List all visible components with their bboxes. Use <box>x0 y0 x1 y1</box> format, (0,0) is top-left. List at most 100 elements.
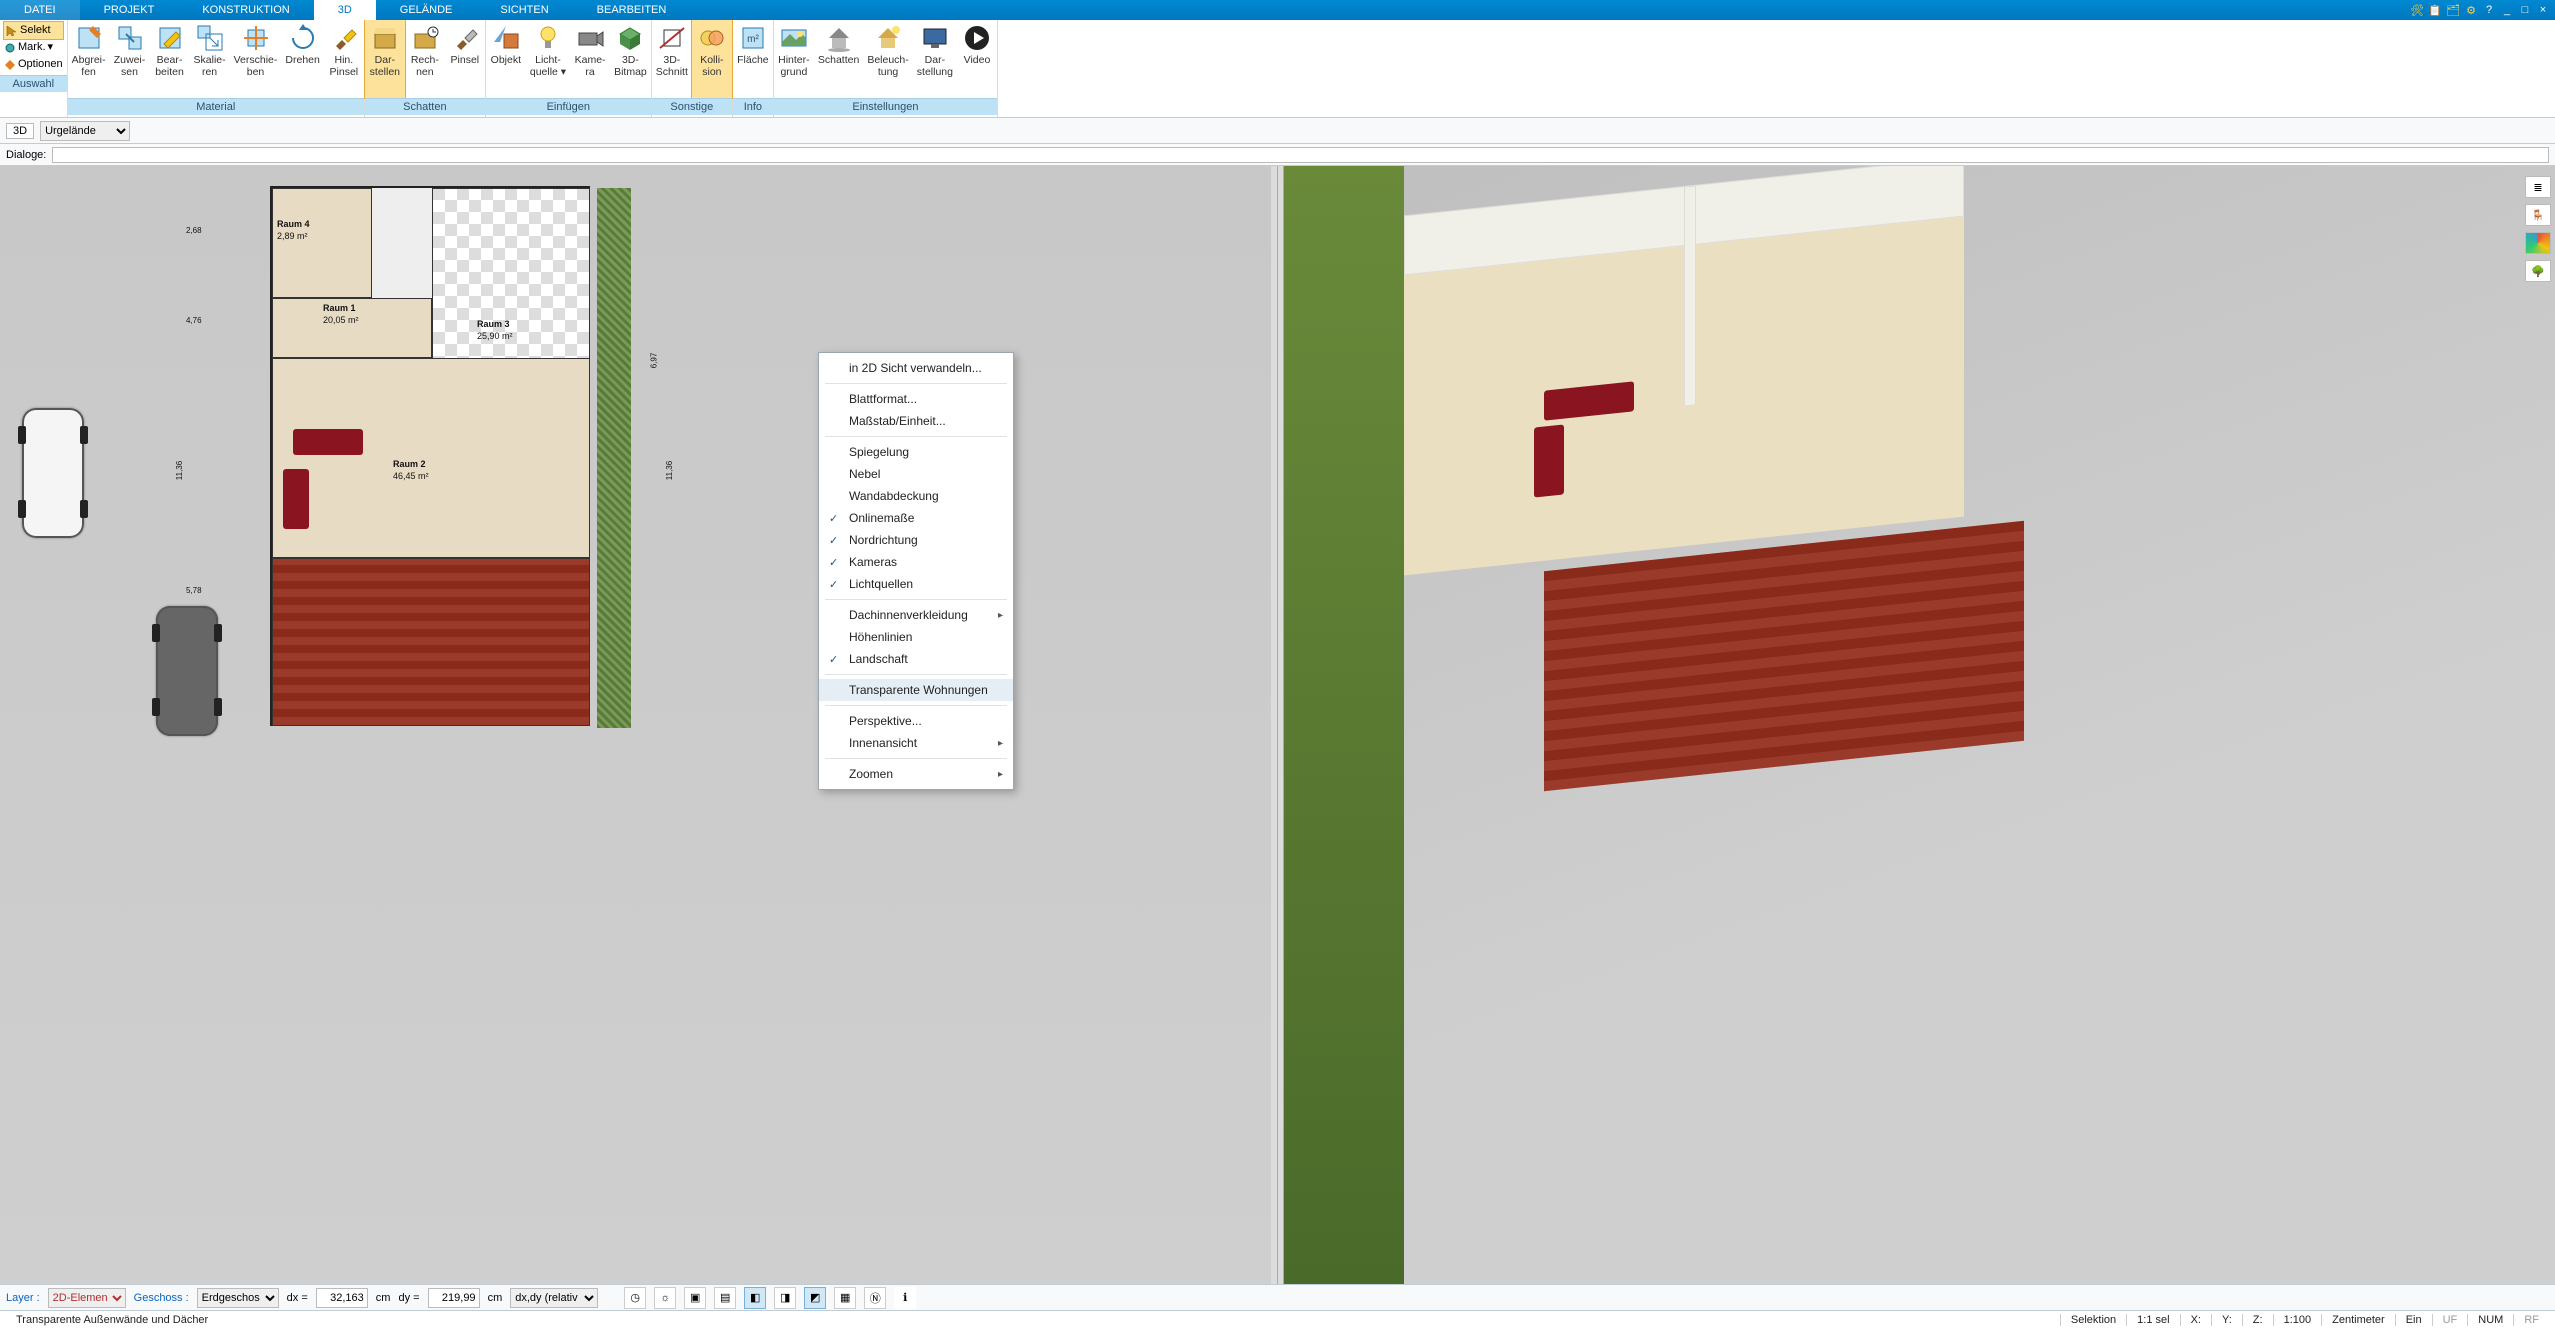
ribbon-btn-kollision[interactable]: Kolli- sion <box>692 20 732 98</box>
menu-3d[interactable]: 3D <box>314 0 376 20</box>
menu-gelaende[interactable]: GELÄNDE <box>376 0 477 20</box>
context-menu[interactable]: in 2D Sicht verwandeln... Blattformat...M… <box>818 352 1014 790</box>
ribbon-btn-label: 3D- Bitmap <box>614 55 647 78</box>
context-item-spiegelung[interactable]: Spiegelung <box>819 441 1013 463</box>
grid-icon[interactable]: ▦ <box>834 1287 856 1309</box>
info-icon[interactable]: ℹ <box>894 1287 916 1309</box>
ribbon-btn-hinpinsel[interactable]: Hin. Pinsel <box>324 20 364 98</box>
coord-mode-select[interactable]: dx,dy (relativ ka <box>510 1288 598 1308</box>
menu-konstruktion[interactable]: KONSTRUKTION <box>178 0 313 20</box>
context-item-dachinnenverkleidung[interactable]: Dachinnenverkleidung <box>819 604 1013 626</box>
geschoss-select[interactable]: Erdgeschos <box>197 1288 279 1308</box>
tree-icon[interactable]: 🌳 <box>2525 260 2551 282</box>
folder-icon[interactable]: 🗂 <box>2445 2 2461 18</box>
layers-icon[interactable]: ≣ <box>2525 176 2551 198</box>
ribbon-btn-abgreifen[interactable]: Abgrei- fen <box>68 20 110 98</box>
pane-splitter[interactable] <box>1277 166 1284 1284</box>
ribbon-btn-video[interactable]: Video <box>957 20 997 98</box>
dy-input[interactable] <box>428 1288 480 1308</box>
context-item-perspektive[interactable]: Perspektive... <box>819 710 1013 732</box>
context-item-ma-stab-einheit[interactable]: Maßstab/Einheit... <box>819 410 1013 432</box>
sun-icon[interactable]: ☼ <box>654 1287 676 1309</box>
ribbon-btn-hintergrund[interactable]: Hinter- grund <box>774 20 814 98</box>
darstellung-icon <box>921 24 949 52</box>
context-item-onlinema-e[interactable]: Onlinemaße <box>819 507 1013 529</box>
context-item-lichtquellen[interactable]: Lichtquellen <box>819 573 1013 595</box>
context-item-nebel[interactable]: Nebel <box>819 463 1013 485</box>
mark-button[interactable]: Mark.▾ <box>4 39 63 56</box>
color-palette-icon[interactable] <box>2525 232 2551 254</box>
ribbon-btn-zuweisen[interactable]: Zuwei- sen <box>110 20 150 98</box>
gear-icon[interactable]: ⚙ <box>2463 2 2479 18</box>
ribbon-btn-bearbeiten[interactable]: Bear- beiten <box>150 20 190 98</box>
ribbon-btn-darstellen[interactable]: Dar- stellen <box>365 20 405 98</box>
3d-view-pane[interactable]: ≣ 🪑 🌳 <box>1284 166 2555 1284</box>
context-item-zoomen[interactable]: Zoomen <box>819 763 1013 785</box>
context-item-landschaft[interactable]: Landschaft <box>819 648 1013 670</box>
ribbon-btn-rechnen[interactable]: Rech- nen <box>405 20 445 98</box>
status-scale: 1:100 <box>2273 1314 2322 1326</box>
verschieben-icon <box>242 24 270 52</box>
group-label-auswahl: Auswahl <box>0 75 67 92</box>
menu-projekt[interactable]: PROJEKT <box>80 0 179 20</box>
skalieren-icon <box>196 24 224 52</box>
maximize-button[interactable]: □ <box>2517 2 2533 18</box>
context-item-transparente-wohnungen[interactable]: Transparente Wohnungen <box>819 679 1013 701</box>
options-button[interactable]: Optionen <box>4 56 63 73</box>
ribbon-btn-lichtquelle[interactable]: Licht- quelle ▾ <box>526 20 570 98</box>
chair-icon[interactable]: 🪑 <box>2525 204 2551 226</box>
shade1-icon[interactable]: ◧ <box>744 1287 766 1309</box>
ribbon-btn-3dbitmap[interactable]: 3D- Bitmap <box>610 20 651 98</box>
context-item-wandabdeckung[interactable]: Wandabdeckung <box>819 485 1013 507</box>
dx-input[interactable] <box>316 1288 368 1308</box>
status-hint: Transparente Außenwände und Dächer <box>6 1314 2060 1326</box>
shade2-icon[interactable]: ◨ <box>774 1287 796 1309</box>
north-icon[interactable]: Ⓝ <box>864 1287 886 1309</box>
floor-plan[interactable]: Raum 4 2,89 m² Raum 1 20,05 m² Raum 3 25… <box>270 186 590 726</box>
context-item-blattformat[interactable]: Blattformat... <box>819 388 1013 410</box>
select-button[interactable]: Selekt <box>4 22 63 39</box>
help-icon[interactable]: ? <box>2481 2 2497 18</box>
close-button[interactable]: × <box>2535 2 2551 18</box>
side-tool-column: ≣ 🪑 🌳 <box>2525 176 2551 282</box>
ribbon-btn-flaeche[interactable]: m²Fläche <box>733 20 773 98</box>
menu-bearbeiten[interactable]: BEARBEITEN <box>573 0 691 20</box>
render-icon[interactable]: ▣ <box>684 1287 706 1309</box>
ribbon-btn-schatten[interactable]: Schatten <box>814 20 863 98</box>
ribbon-btn-label: Pinsel <box>451 55 480 67</box>
ribbon-btn-skalieren[interactable]: Skalie- ren <box>190 20 230 98</box>
dialog-input[interactable] <box>52 147 2549 163</box>
terrain-select[interactable]: Urgelände <box>40 121 130 141</box>
view-tag-3d[interactable]: 3D <box>6 123 34 139</box>
menu-datei[interactable]: DATEI <box>0 0 80 20</box>
ribbon-btn-darstellung[interactable]: Dar- stellung <box>913 20 957 98</box>
context-item-h-henlinien[interactable]: Höhenlinien <box>819 626 1013 648</box>
context-separator <box>825 436 1007 437</box>
ribbon-btn-verschieben[interactable]: Verschie- ben <box>230 20 282 98</box>
schatten-icon <box>825 24 853 52</box>
room4-label: Raum 4 <box>277 219 310 229</box>
ribbon-btn-objekt[interactable]: Objekt <box>486 20 526 98</box>
ribbon-btn-label: Licht- quelle ▾ <box>530 55 566 78</box>
2d-plan-pane[interactable]: Raum 4 2,89 m² Raum 1 20,05 m² Raum 3 25… <box>0 166 1277 1284</box>
tool-icon[interactable]: 🛠 <box>2409 2 2425 18</box>
minimize-button[interactable]: _ <box>2499 2 2515 18</box>
ribbon-btn-pinsel[interactable]: Pinsel <box>445 20 485 98</box>
context-item-nordrichtung[interactable]: Nordrichtung <box>819 529 1013 551</box>
layer-select[interactable]: 2D-Elemen <box>48 1288 126 1308</box>
ribbon-btn-drehen[interactable]: Drehen <box>281 20 323 98</box>
ribbon-btn-kamera[interactable]: Kame- ra <box>570 20 610 98</box>
dy-unit: cm <box>488 1292 503 1304</box>
menu-sichten[interactable]: SICHTEN <box>476 0 572 20</box>
clock-icon[interactable]: ◷ <box>624 1287 646 1309</box>
shade3-icon[interactable]: ◩ <box>804 1287 826 1309</box>
layers2-icon[interactable]: ▤ <box>714 1287 736 1309</box>
status-y: Y: <box>2211 1314 2242 1326</box>
ribbon-btn-beleuchtung[interactable]: Beleuch- tung <box>863 20 912 98</box>
context-item-kameras[interactable]: Kameras <box>819 551 1013 573</box>
context-item-innenansicht[interactable]: Innenansicht <box>819 732 1013 754</box>
context-item-in-2d-sicht-verwandeln[interactable]: in 2D Sicht verwandeln... <box>819 357 1013 379</box>
rechnen-icon <box>411 24 439 52</box>
clipboard-icon[interactable]: 📋 <box>2427 2 2443 18</box>
ribbon-btn-3dschnitt[interactable]: 3D- Schnitt <box>652 20 692 98</box>
